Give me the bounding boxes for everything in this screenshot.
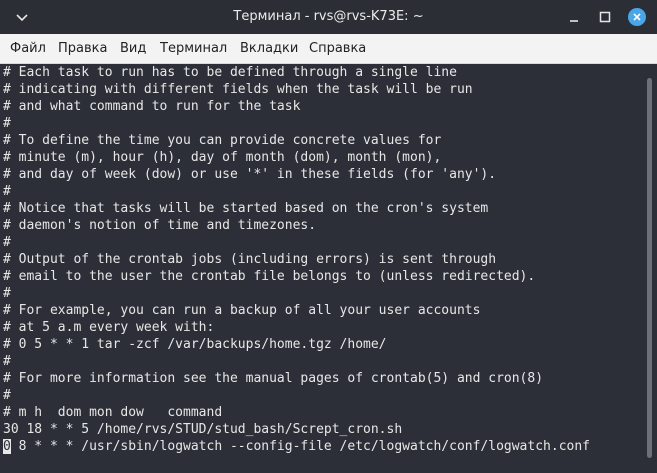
terminal-line: 30 18 * * 5 /home/rvs/STUD/stud_bash/Scr… [3, 422, 403, 437]
terminal-line: # [3, 184, 11, 199]
terminal-line: # Each task to run has to be defined thr… [3, 65, 457, 80]
terminal-line: # daemon's notion of time and timezones. [3, 218, 317, 233]
menu-view[interactable]: Вид [120, 41, 146, 56]
terminal-line: # and what command to run for the task [3, 99, 301, 114]
terminal-line: # Output of the crontab jobs (including … [3, 252, 497, 267]
menu-tabs[interactable]: Вкладки [240, 41, 298, 56]
close-icon[interactable] [628, 8, 646, 26]
terminal-line: # [3, 286, 11, 301]
terminal-line: # For example, you can run a backup of a… [3, 303, 481, 318]
vertical-scrollbar[interactable] [643, 64, 657, 473]
terminal-window: Терминал - rvs@rvs-K73E: ~ Файл Правка В… [0, 0, 657, 473]
minimize-icon[interactable] [565, 8, 583, 26]
title-bar[interactable]: Терминал - rvs@rvs-K73E: ~ [0, 0, 657, 34]
terminal-line: # m h dom mon dow command [3, 405, 223, 420]
scrollbar-thumb[interactable] [647, 78, 652, 458]
terminal-line: # Notice that tasks will be started base… [3, 201, 489, 216]
menu-terminal[interactable]: Терминал [160, 41, 227, 56]
terminal-line: # [3, 354, 11, 369]
menu-file[interactable]: Файл [10, 41, 46, 56]
terminal-line: # indicating with different fields when … [3, 82, 473, 97]
text-cursor: 0 [3, 439, 11, 454]
terminal-line: # [3, 116, 11, 131]
menu-help[interactable]: Справка [309, 41, 366, 56]
terminal-line-rest: 8 * * * /usr/sbin/logwatch --config-file… [10, 439, 591, 454]
terminal-line: # [3, 388, 11, 403]
menu-edit[interactable]: Правка [58, 41, 107, 56]
window-title: Терминал - rvs@rvs-K73E: ~ [233, 9, 424, 24]
terminal-line: # [3, 235, 11, 250]
terminal-line: # email to the user the crontab file bel… [3, 269, 536, 284]
terminal-line: # at 5 a.m every week with: [3, 320, 215, 335]
terminal-line: # minute (m), hour (h), day of month (do… [3, 150, 442, 165]
terminal-line: # 0 5 * * 1 tar -zcf /var/backups/home.t… [3, 337, 387, 352]
terminal-line: # For more information see the manual pa… [3, 371, 544, 386]
terminal-output[interactable]: # Each task to run has to be defined thr… [0, 64, 643, 473]
maximize-icon[interactable] [596, 8, 614, 26]
terminal-line: # To define the time you can provide con… [3, 133, 442, 148]
menu-bar: Файл Правка Вид Терминал Вкладки Справка [0, 34, 657, 64]
terminal-line-current: 0 8 * * * /usr/sbin/logwatch --config-fi… [3, 438, 590, 455]
terminal-line: # and day of week (dow) or use '*' in th… [3, 167, 497, 182]
